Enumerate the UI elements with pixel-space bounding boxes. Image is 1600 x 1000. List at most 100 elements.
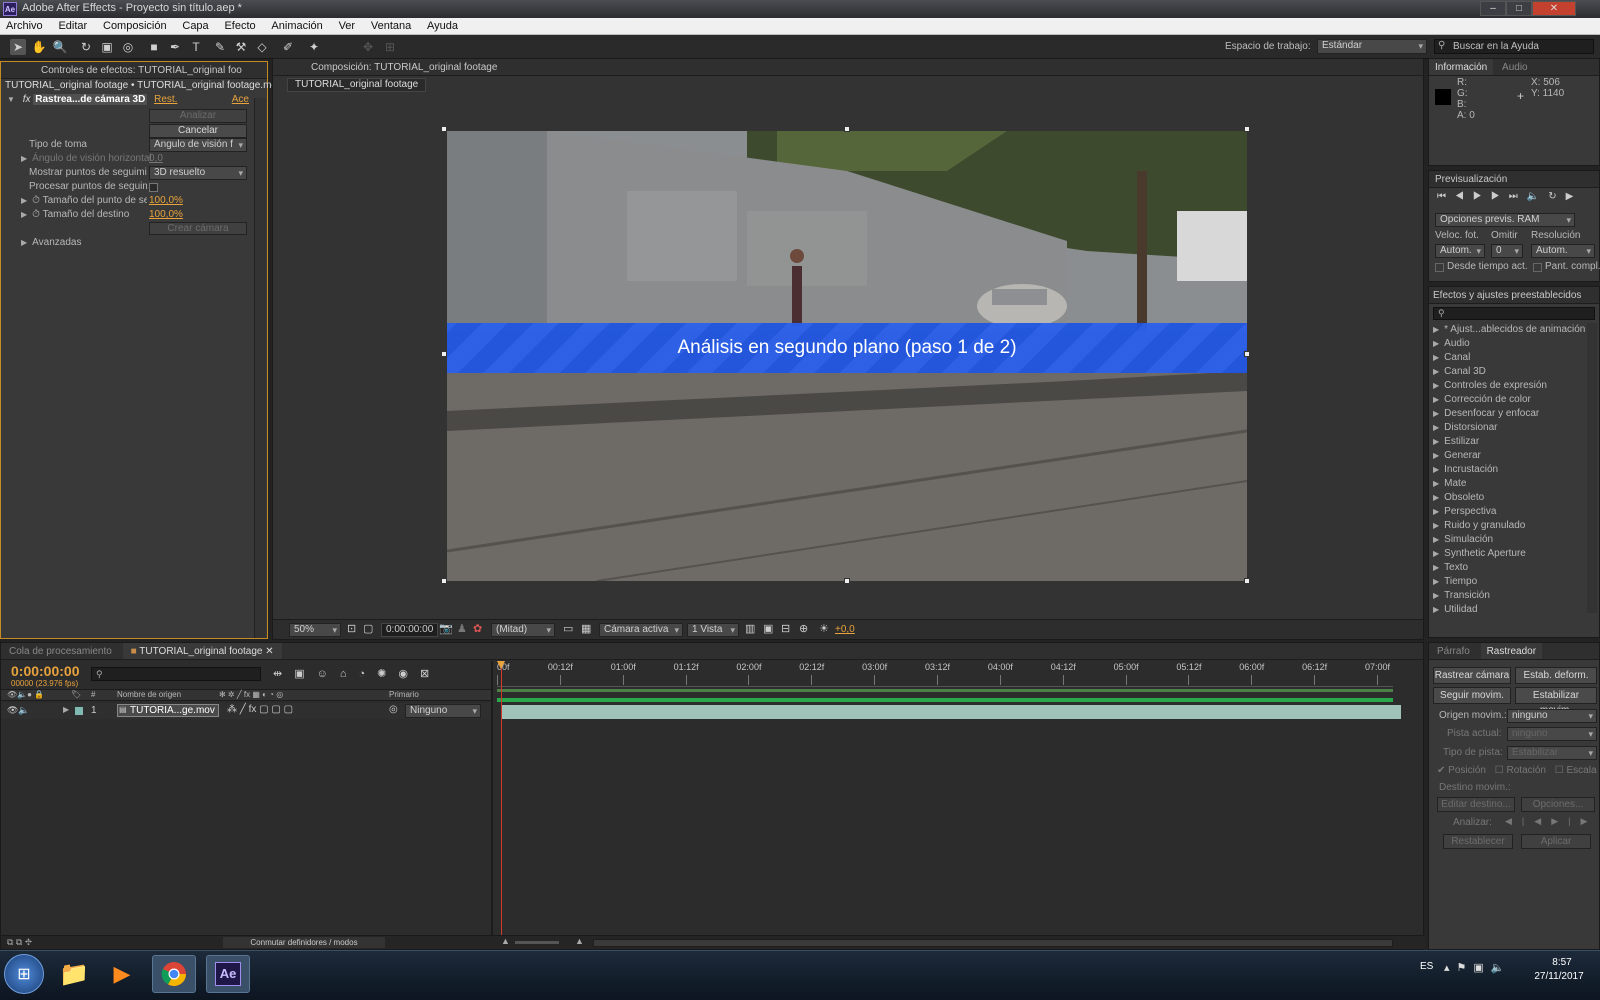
audio-tab[interactable]: Audio [1496,62,1534,73]
current-track-select[interactable]: ninguno [1507,727,1597,741]
preset-category[interactable]: ▶ Obsoleto [1433,491,1589,505]
menu-ventana[interactable]: Ventana [371,20,411,32]
region-of-interest-icon[interactable]: ▭ [563,622,573,635]
preview-resolution-select[interactable]: Autom. [1531,244,1595,258]
language-indicator[interactable]: ES [1420,961,1433,972]
expand-triangle-icon[interactable]: ▶ [1433,563,1439,572]
camera-view-select[interactable]: Cámara activa [599,623,683,637]
handle-top-right[interactable] [1244,126,1250,132]
render-queue-tab[interactable]: Cola de procesamiento [1,646,120,657]
shy-icon[interactable]: ☺ [317,668,340,680]
current-time-indicator[interactable] [501,661,502,941]
layer-duration-bar[interactable] [501,705,1401,719]
options-button[interactable]: Opciones... [1521,797,1595,812]
comp-footer-icons[interactable]: ⧉ ⧉ ✥ [7,937,32,948]
expand-triangle-icon[interactable]: ▶ [1433,521,1439,530]
text-tool-icon[interactable]: T [188,39,204,55]
parent-pick-whip-icon[interactable]: ◎ [389,704,398,715]
toggle-pixel-aspect-icon[interactable]: ▥ [745,622,755,635]
paragraph-tab[interactable]: Párrafo [1429,646,1478,657]
preview-tab[interactable]: Previsualización [1429,171,1599,188]
expand-triangle-icon[interactable]: ▶ [1433,465,1439,474]
resolution-select[interactable]: (Mitad) [491,623,555,637]
composition-timeline-tab[interactable]: ■ TUTORIAL_original footage ✕ [122,643,282,659]
expand-triangle-icon[interactable]: ▶ [1433,451,1439,460]
analyze-forward-frame-icon[interactable]: |▶ [1568,816,1597,826]
safe-zones-icon[interactable]: ⊡ [347,622,356,635]
workspace-select[interactable]: Estándar [1317,39,1427,54]
track-camera-button[interactable]: Rastrear cámara [1433,667,1511,684]
ram-preview-icon[interactable]: ▶ [1566,191,1583,202]
cancel-button[interactable]: Cancelar [149,124,247,138]
composition-subtab[interactable]: TUTORIAL_original footage [287,78,427,92]
preset-category[interactable]: ▶ Tiempo [1433,575,1589,589]
handle-bottom-left[interactable] [441,578,447,584]
menu-editar[interactable]: Editar [58,20,87,32]
expand-triangle-icon[interactable]: ▶ [1433,479,1439,488]
last-frame-icon[interactable]: ⏭ [1509,191,1527,202]
start-button-icon[interactable]: ⊞ [4,954,44,994]
expand-triangle-icon[interactable]: ▶ [1433,591,1439,600]
draft-3d-icon[interactable]: ▣ [294,668,316,680]
preset-category[interactable]: ▶ Desenfocar y enfocar [1433,407,1589,421]
show-snapshot-icon[interactable]: ♟ [457,622,467,635]
stopwatch-icon[interactable]: ⏱ [32,209,40,220]
timeline-timecode[interactable]: 0:00:00:00 [11,663,80,679]
clock-time[interactable]: 8:57 [1532,957,1592,968]
shot-type-select[interactable]: Ángulo de visión f [149,138,247,152]
ram-options-select[interactable]: Opciones previs. RAM [1435,213,1575,227]
expand-triangle-icon[interactable]: ▶ [1433,395,1439,404]
preset-category[interactable]: ▶ Synthetic Aperture [1433,547,1589,561]
menu-composicion[interactable]: Composición [103,20,167,32]
camera-tool-icon[interactable]: ▣ [99,39,115,55]
analyze-backward-icon[interactable]: ◀ [1534,816,1551,826]
channels-icon[interactable]: ✿ [473,622,482,635]
after-effects-taskbar-icon[interactable]: Ae [206,955,250,993]
auto-keyframe-icon[interactable]: ◉ [398,668,420,680]
expand-triangle-icon[interactable]: ▶ [1433,577,1439,586]
exposure-icon[interactable]: ☀ [819,622,829,635]
tray-expand-icon[interactable]: ▴ [1444,962,1457,974]
volume-icon[interactable]: 🔈 [1491,962,1512,974]
track-motion-button[interactable]: Seguir movim. [1433,687,1511,704]
views-layout-select[interactable]: 1 Vista [687,623,739,637]
analyze-forward-icon[interactable]: ▶ [1551,816,1568,826]
show-track-points-select[interactable]: 3D resuelto [149,166,247,180]
expand-triangle-icon[interactable]: ▼ [7,95,15,104]
reset-button[interactable]: Restablecer [1443,834,1513,849]
info-tab[interactable]: Información [1429,59,1494,75]
preset-category[interactable]: ▶ Audio [1433,337,1589,351]
preset-category[interactable]: ▶ Utilidad [1433,603,1589,617]
effects-search-input[interactable]: ⚲ [1433,307,1595,320]
pan-behind-tool-icon[interactable]: ◎ [120,39,136,55]
preset-category[interactable]: ▶ Perspectiva [1433,505,1589,519]
effect-name[interactable]: Rastrea...de cámara 3D [33,94,148,105]
first-frame-icon[interactable]: ⏮ [1437,191,1455,202]
comp-timecode[interactable]: 0:00:00:00 [381,623,439,637]
hfov-value[interactable]: 0,0 [149,152,163,166]
frame-blending-icon[interactable]: ⌂ [340,668,359,680]
preset-category[interactable]: ▶ Simulación [1433,533,1589,547]
network-icon[interactable]: ▣ [1473,962,1490,974]
toggle-switches-modes[interactable]: Conmutar definidores / modos [223,937,385,948]
expand-triangle-icon[interactable]: ▶ [1433,409,1439,418]
preset-category[interactable]: ▶ Controles de expresión [1433,379,1589,393]
menu-capa[interactable]: Capa [182,20,208,32]
expand-triangle-icon[interactable]: ▶ [1433,339,1439,348]
graph-editor-icon[interactable]: ⊠ [420,668,441,680]
media-player-icon[interactable]: ▶ [100,955,144,993]
next-frame-icon[interactable]: ▶ [1491,191,1509,202]
parent-select[interactable]: Ninguno [405,704,481,718]
track-point-size-value[interactable]: 100,0% [149,194,183,208]
zoom-out-icon[interactable]: ▲ [501,936,510,946]
clone-stamp-tool-icon[interactable]: ⚒ [233,39,249,55]
play-icon[interactable]: ▶ [1473,191,1491,202]
comp-mini-flowchart-icon[interactable]: ⇹ [273,668,294,680]
close-button[interactable]: ✕ [1532,1,1576,16]
layer-expand-icon[interactable]: ▶ [63,705,69,714]
expand-triangle-icon[interactable]: ▶ [1433,423,1439,432]
previous-frame-icon[interactable]: ◀ [1455,191,1473,202]
eraser-tool-icon[interactable]: ◇ [254,39,270,55]
timeline-search-input[interactable]: ⚲ [91,667,261,681]
expand-triangle-icon[interactable]: ▶ [1433,325,1439,334]
